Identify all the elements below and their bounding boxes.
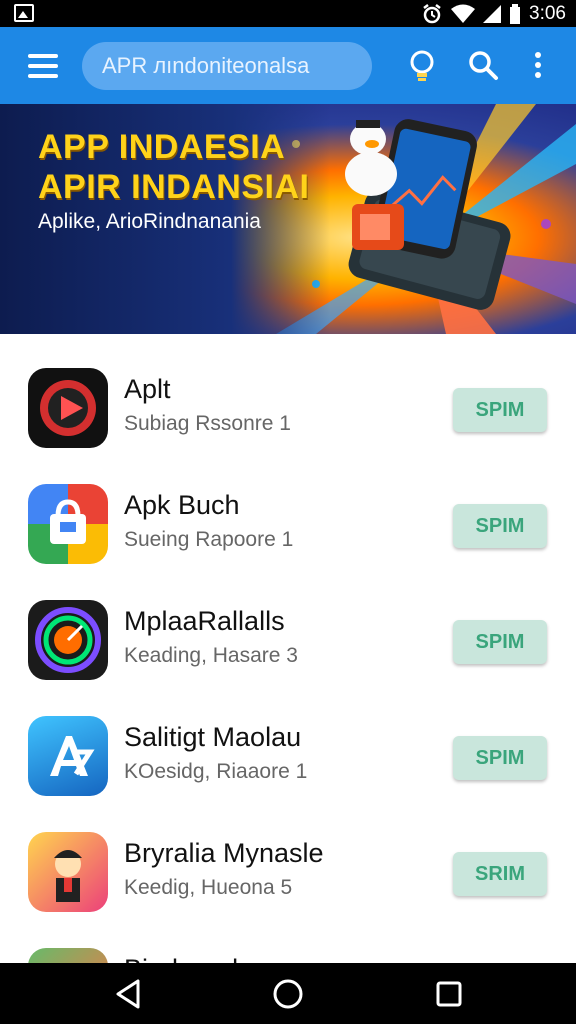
app-name: Bryralia Mynasle <box>124 838 324 868</box>
list-item[interactable]: MplaaRallalls Keading, Hasare 3 SPIM <box>0 572 576 688</box>
dial-icon <box>28 600 108 680</box>
install-button[interactable]: SRIM <box>453 852 547 896</box>
app-subtitle: Keading, Hasare 3 <box>124 644 298 667</box>
promo-banner[interactable]: APP INDAESIA APIR INDANSIAI Aplike, Ario… <box>0 104 576 334</box>
wifi-icon <box>451 4 476 23</box>
app-subtitle: Subiag Rssonre 1 <box>124 412 291 435</box>
app-list: Aplt Subiag Rssonre 1 SPIM Apk Buch Suei… <box>0 340 576 963</box>
app-name: Bigdanada <box>124 954 253 963</box>
banner-title-line2: APIR INDANSIAI <box>38 168 310 206</box>
install-button[interactable]: SPIM <box>453 388 547 432</box>
app-subtitle: KOesidg, Riaaore 1 <box>124 760 308 783</box>
app-name: Salitigt Maolau <box>124 722 302 752</box>
install-button[interactable]: SPIM <box>453 736 547 780</box>
signal-icon <box>483 4 502 23</box>
app-name: MplaaRallalls <box>124 606 285 636</box>
search-field[interactable]: APR лındoniteonalsa <box>82 42 372 90</box>
list-item[interactable]: Bigdanada <box>0 920 576 963</box>
store-bag-icon <box>28 484 108 564</box>
status-bar: 3:06 <box>0 0 576 27</box>
list-item[interactable]: Apk Buch Sueing Rapoore 1 SPIM <box>0 456 576 572</box>
gallery-notification-icon <box>14 4 34 22</box>
status-time: 3:06 <box>529 2 566 24</box>
game-icon <box>28 948 108 963</box>
app-name: Apk Buch <box>124 490 240 520</box>
search-icon[interactable] <box>465 47 501 83</box>
install-button[interactable]: SPIM <box>453 620 547 664</box>
character-icon <box>28 832 108 912</box>
banner-subtitle: Aplike, ArioRindnanania <box>38 210 261 233</box>
list-item[interactable]: Aplt Subiag Rssonre 1 SPIM <box>0 340 576 456</box>
lightbulb-icon[interactable] <box>404 47 440 83</box>
app-bar: APR лındoniteonalsa <box>0 27 576 104</box>
home-icon[interactable] <box>271 977 305 1011</box>
alarm-icon <box>423 3 441 23</box>
play-icon <box>28 368 108 448</box>
letter-a-icon <box>28 716 108 796</box>
app-subtitle: Sueing Rapoore 1 <box>124 528 294 551</box>
battery-icon <box>510 3 521 24</box>
list-item[interactable]: Salitigt Maolau KOesidg, Riaaore 1 SPIM <box>0 688 576 804</box>
app-name: Aplt <box>124 374 171 404</box>
app-subtitle: Keedig, Hueona 5 <box>124 876 293 899</box>
more-options-icon[interactable] <box>523 47 553 83</box>
back-icon[interactable] <box>112 977 146 1011</box>
list-item[interactable]: Bryralia Mynasle Keedig, Hueona 5 SRIM <box>0 804 576 920</box>
navigation-bar <box>0 963 576 1024</box>
install-button[interactable]: SPIM <box>453 504 547 548</box>
recent-apps-icon[interactable] <box>432 977 466 1011</box>
banner-title-line1: APP INDAESIA <box>38 128 286 166</box>
hamburger-menu-icon[interactable] <box>28 54 58 78</box>
